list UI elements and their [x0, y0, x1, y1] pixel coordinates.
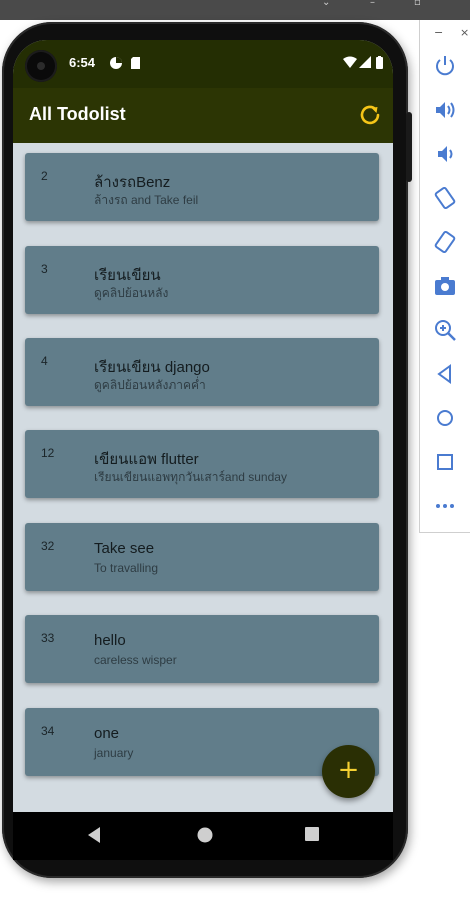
- emulator-toolbar: − ×: [419, 20, 470, 533]
- todo-title: one: [94, 725, 120, 742]
- todo-card[interactable]: 3 เรียนเขียน ดูคลิปย้อนหลัง: [25, 246, 379, 314]
- todo-id: 12: [41, 446, 55, 460]
- todo-title: Take see: [94, 540, 155, 557]
- todo-card[interactable]: 12 เขียนแอพ flutter เรียนเขียนแอพทุกวันเ…: [25, 430, 379, 498]
- phone-side-button: [406, 112, 412, 182]
- android-nav-bar: [13, 812, 393, 860]
- host-chevron-icon[interactable]: ⌄: [322, 0, 330, 8]
- todo-id: 33: [41, 631, 55, 645]
- todo-subtitle: january: [94, 746, 134, 760]
- rotate-left-icon[interactable]: [433, 186, 457, 210]
- todo-subtitle: ล้างรถ and Take feil: [94, 193, 199, 207]
- wifi-icon: [343, 56, 357, 68]
- power-icon[interactable]: [433, 54, 457, 78]
- phone-frame: 6:54 All Todolist 2 ล้างรถBenz ล้างรถ an…: [2, 22, 412, 878]
- app-bar: All Todolist: [13, 88, 393, 143]
- refresh-icon[interactable]: [357, 102, 383, 128]
- emulator-back-icon[interactable]: [433, 362, 457, 386]
- todo-subtitle: ดูคลิปย้อนหลังภาคค่ำ: [94, 378, 206, 392]
- zoom-icon[interactable]: [433, 318, 457, 342]
- volume-down-icon[interactable]: [433, 142, 457, 166]
- todo-id: 4: [41, 354, 48, 368]
- emulator-home-icon[interactable]: [433, 406, 457, 430]
- status-time: 6:54: [69, 55, 96, 70]
- back-icon[interactable]: [86, 826, 102, 844]
- overview-icon[interactable]: [433, 450, 457, 474]
- app-title: All Todolist: [29, 104, 126, 124]
- more-icon[interactable]: [433, 494, 457, 518]
- sd-card-icon: [131, 57, 140, 69]
- status-bar: 6:54: [13, 40, 393, 88]
- todo-id: 3: [41, 262, 48, 276]
- todo-id: 32: [41, 539, 55, 553]
- camera-icon[interactable]: [433, 274, 457, 298]
- todo-id: 34: [41, 724, 55, 738]
- home-icon[interactable]: [196, 826, 214, 844]
- host-minimize-icon[interactable]: –: [370, 0, 375, 8]
- todo-subtitle: careless wisper: [94, 653, 177, 667]
- rotate-right-icon[interactable]: [433, 230, 457, 254]
- front-camera: [25, 50, 57, 82]
- host-window-titlebar: ⌄ – ▫: [0, 0, 470, 20]
- todo-title: hello: [94, 632, 126, 649]
- todo-card[interactable]: 33 hello careless wisper: [25, 615, 379, 683]
- todo-subtitle: เรียนเขียนแอพทุกวันเสาร์and sunday: [94, 470, 287, 484]
- phone-screen: 6:54 All Todolist 2 ล้างรถBenz ล้างรถ an…: [13, 40, 393, 812]
- battery-icon: [376, 56, 383, 69]
- todo-subtitle: To travalling: [94, 561, 159, 575]
- sync-status-icon: [110, 57, 122, 69]
- recents-icon[interactable]: [304, 826, 320, 842]
- volume-up-icon[interactable]: [433, 98, 457, 122]
- todo-card[interactable]: 2 ล้างรถBenz ล้างรถ and Take feil: [25, 153, 379, 221]
- todo-card[interactable]: 4 เรียนเขียน django ดูคลิปย้อนหลังภาคค่ำ: [25, 338, 379, 406]
- add-todo-button[interactable]: +: [322, 745, 375, 798]
- host-maximize-icon[interactable]: ▫: [414, 0, 421, 8]
- toolbar-close[interactable]: ×: [460, 26, 469, 39]
- toolbar-minimize[interactable]: −: [434, 26, 443, 39]
- todo-subtitle: ดูคลิปย้อนหลัง: [94, 286, 169, 300]
- todo-id: 2: [41, 169, 48, 183]
- todo-card[interactable]: 32 Take see To travalling: [25, 523, 379, 591]
- signal-icon: [359, 56, 371, 68]
